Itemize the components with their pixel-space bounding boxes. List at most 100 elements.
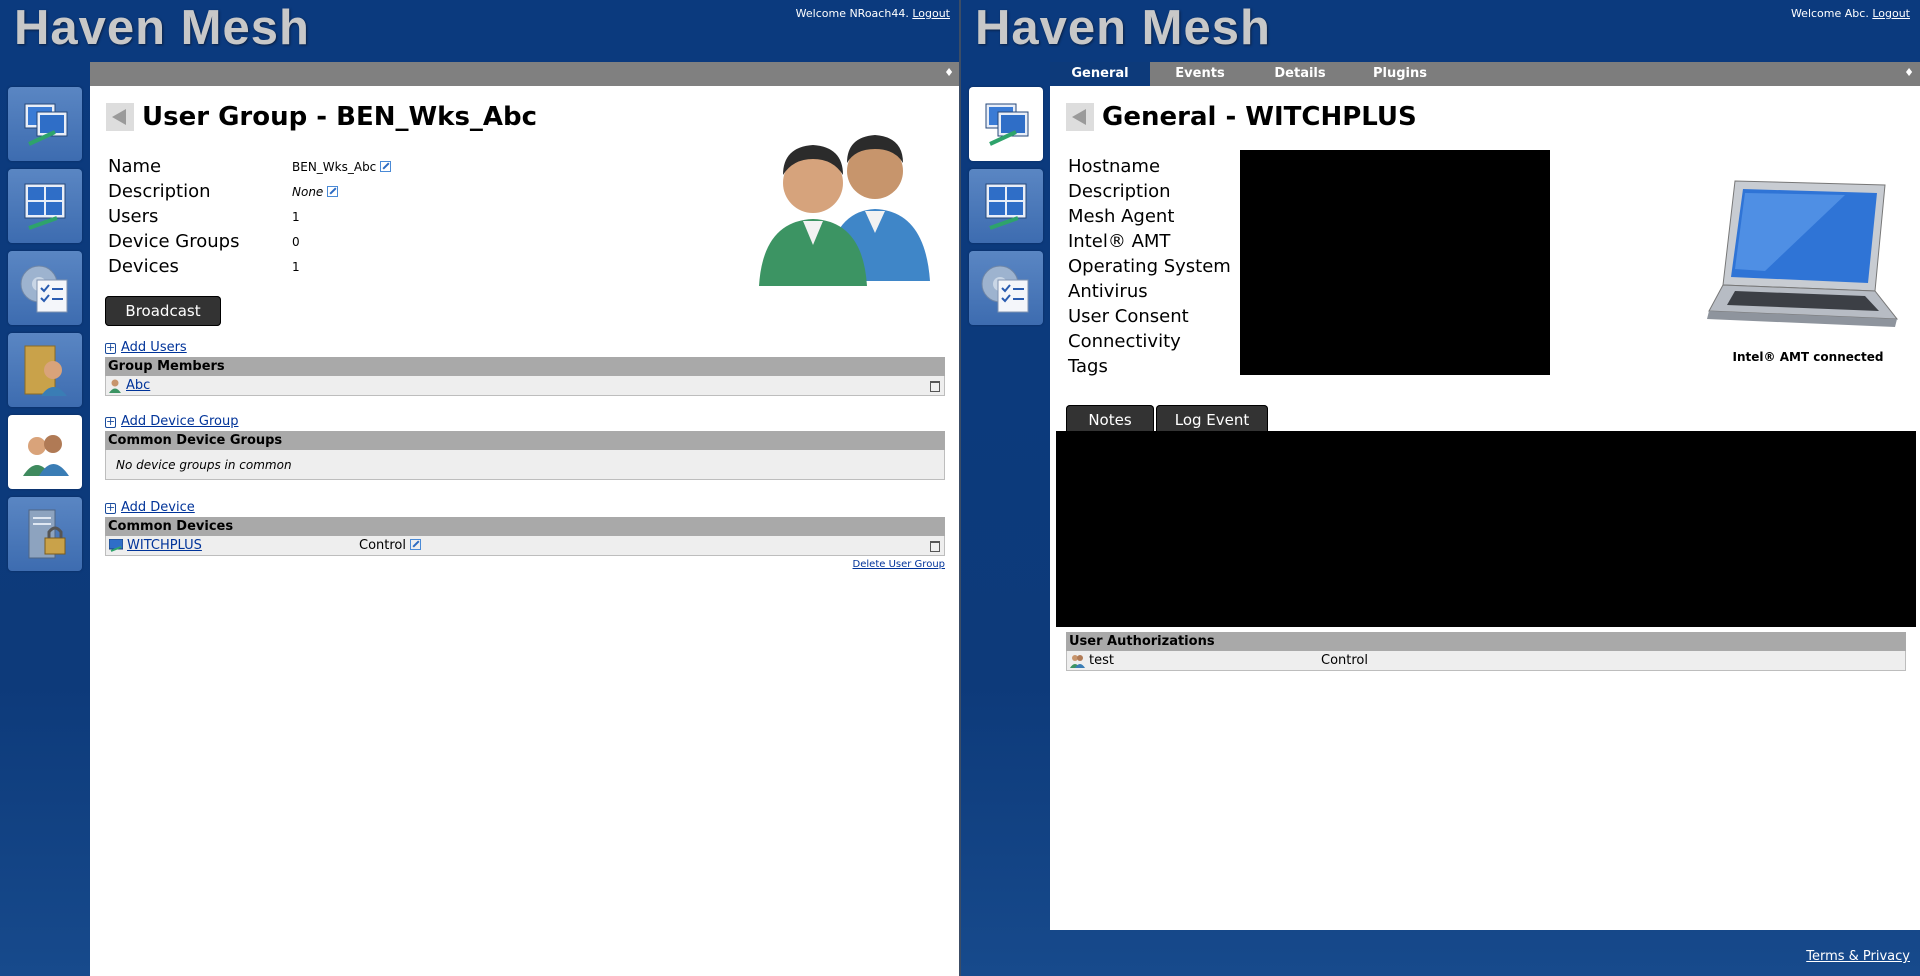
tab-plugins[interactable]: Plugins bbox=[1350, 62, 1450, 86]
redacted-values-block bbox=[1240, 150, 1550, 375]
add-device-group-link[interactable]: + Add Device Group bbox=[105, 414, 238, 429]
main-content: General - WITCHPLUS Hostname Description… bbox=[1050, 86, 1920, 930]
sidebar-server[interactable] bbox=[8, 497, 82, 571]
broadcast-button[interactable]: Broadcast bbox=[105, 296, 221, 326]
add-users-label: Add Users bbox=[121, 340, 187, 355]
welcome-bar: Welcome Abc. Logout bbox=[1791, 7, 1910, 20]
device-rights: Control bbox=[359, 538, 406, 553]
logout-link[interactable]: Logout bbox=[1872, 7, 1910, 20]
terms-link[interactable]: Terms & Privacy bbox=[1806, 949, 1910, 964]
description-value: None bbox=[292, 185, 324, 199]
user-icon bbox=[109, 379, 121, 393]
user-door-icon bbox=[24, 345, 67, 396]
property-label: Users bbox=[108, 206, 159, 227]
welcome-text: Welcome NRoach44. bbox=[795, 7, 909, 20]
property-label: Hostname bbox=[1068, 156, 1161, 177]
right-window: Haven Mesh Welcome Abc. Logout General E… bbox=[961, 0, 1920, 976]
back-button[interactable] bbox=[106, 103, 134, 131]
property-label: Description bbox=[108, 181, 211, 202]
page-title: General - WITCHPLUS bbox=[1102, 102, 1417, 132]
amt-status: Intel® AMT connected bbox=[1732, 350, 1884, 364]
users-value: 1 bbox=[292, 210, 300, 224]
welcome-text: Welcome Abc. bbox=[1790, 7, 1869, 20]
computers-icon bbox=[985, 103, 1029, 146]
brand-title: Haven Mesh bbox=[975, 1, 1271, 55]
property-label: Antivirus bbox=[1068, 281, 1148, 302]
brand-title: Haven Mesh bbox=[14, 1, 310, 55]
sidebar-user-accounts[interactable] bbox=[8, 333, 82, 407]
edit-description-icon[interactable] bbox=[327, 186, 339, 197]
edit-name-icon[interactable] bbox=[380, 161, 392, 172]
add-users-link[interactable]: + Add Users bbox=[105, 340, 187, 355]
property-label: Devices bbox=[108, 256, 179, 277]
delete-user-group-link[interactable]: Delete User Group bbox=[853, 559, 945, 570]
computers-icon bbox=[24, 103, 68, 146]
property-label: Mesh Agent bbox=[1068, 206, 1175, 227]
name-value: BEN_Wks_Abc bbox=[292, 160, 377, 174]
settings-checklist-icon bbox=[20, 265, 68, 313]
back-button[interactable] bbox=[1066, 103, 1094, 131]
plus-icon: + bbox=[105, 415, 116, 428]
page-title: User Group - BEN_Wks_Abc bbox=[142, 102, 538, 132]
device-rights-cell: Control bbox=[359, 536, 421, 556]
device-group-icon bbox=[24, 183, 66, 230]
top-bar: ♦ bbox=[90, 62, 960, 86]
device-row: WITCHPLUS Control bbox=[105, 536, 945, 556]
no-device-groups-text: No device groups in common bbox=[105, 450, 945, 480]
property-label: User Consent bbox=[1068, 306, 1189, 327]
redacted-notes-block bbox=[1056, 431, 1916, 627]
trash-icon[interactable] bbox=[930, 381, 940, 392]
user-authorizations-header: User Authorizations bbox=[1066, 632, 1906, 651]
tab-general[interactable]: General bbox=[1050, 62, 1150, 86]
group-members-header: Group Members bbox=[105, 357, 945, 376]
property-label: Device Groups bbox=[108, 231, 240, 252]
device-icon bbox=[109, 539, 123, 552]
property-label: Name bbox=[108, 156, 162, 177]
left-window: Haven Mesh Welcome NRoach44. Logout ♦ Us… bbox=[0, 0, 960, 976]
common-devices-header: Common Devices bbox=[105, 517, 945, 536]
main-content: User Group - BEN_Wks_Abc Name Descriptio… bbox=[90, 86, 960, 976]
sidebar-my-devices[interactable] bbox=[8, 87, 82, 161]
member-row: Abc bbox=[105, 376, 945, 396]
sidebar-my-devices[interactable] bbox=[969, 87, 1043, 161]
property-label: Operating System bbox=[1068, 256, 1231, 277]
sidebar-my-groups[interactable] bbox=[969, 169, 1043, 243]
trash-icon[interactable] bbox=[930, 541, 940, 552]
user-group-illustration bbox=[759, 135, 930, 286]
auth-row: test Control bbox=[1066, 651, 1906, 671]
edit-rights-icon[interactable] bbox=[410, 539, 421, 550]
server-lock-icon bbox=[28, 509, 66, 559]
sidebar-settings[interactable] bbox=[8, 251, 82, 325]
pin-icon[interactable]: ♦ bbox=[1904, 66, 1914, 79]
device-link[interactable]: WITCHPLUS bbox=[127, 536, 202, 556]
tab-bar: General Events Details Plugins ♦ bbox=[1050, 62, 1920, 86]
pin-icon[interactable]: ♦ bbox=[944, 66, 954, 79]
description-value-row: None bbox=[292, 185, 339, 199]
welcome-bar: Welcome NRoach44. Logout bbox=[796, 7, 950, 20]
add-device-label: Add Device bbox=[121, 500, 195, 515]
tab-details[interactable]: Details bbox=[1250, 62, 1350, 86]
tab-events[interactable]: Events bbox=[1150, 62, 1250, 86]
property-label: Description bbox=[1068, 181, 1171, 202]
user-group-icon bbox=[23, 435, 69, 476]
plus-icon: + bbox=[105, 501, 116, 514]
user-group-small-icon bbox=[1070, 655, 1085, 668]
name-value-row: BEN_Wks_Abc bbox=[292, 160, 392, 174]
auth-rights: Control bbox=[1321, 653, 1368, 668]
sidebar-settings[interactable] bbox=[969, 251, 1043, 325]
device-group-icon bbox=[985, 183, 1027, 230]
sidebar-user-groups[interactable] bbox=[8, 415, 82, 489]
device-groups-value: 0 bbox=[292, 235, 300, 249]
property-label: Intel® AMT bbox=[1068, 231, 1171, 252]
add-device-link[interactable]: + Add Device bbox=[105, 500, 195, 515]
member-link[interactable]: Abc bbox=[126, 376, 150, 396]
sidebar-my-groups[interactable] bbox=[8, 169, 82, 243]
add-device-group-label: Add Device Group bbox=[121, 414, 239, 429]
property-label: Connectivity bbox=[1068, 331, 1181, 352]
property-label: Tags bbox=[1068, 356, 1108, 377]
plus-icon: + bbox=[105, 341, 116, 354]
logout-link[interactable]: Logout bbox=[912, 7, 950, 20]
auth-user: test bbox=[1089, 653, 1114, 668]
settings-checklist-icon bbox=[981, 265, 1029, 313]
common-device-groups-header: Common Device Groups bbox=[105, 431, 945, 450]
